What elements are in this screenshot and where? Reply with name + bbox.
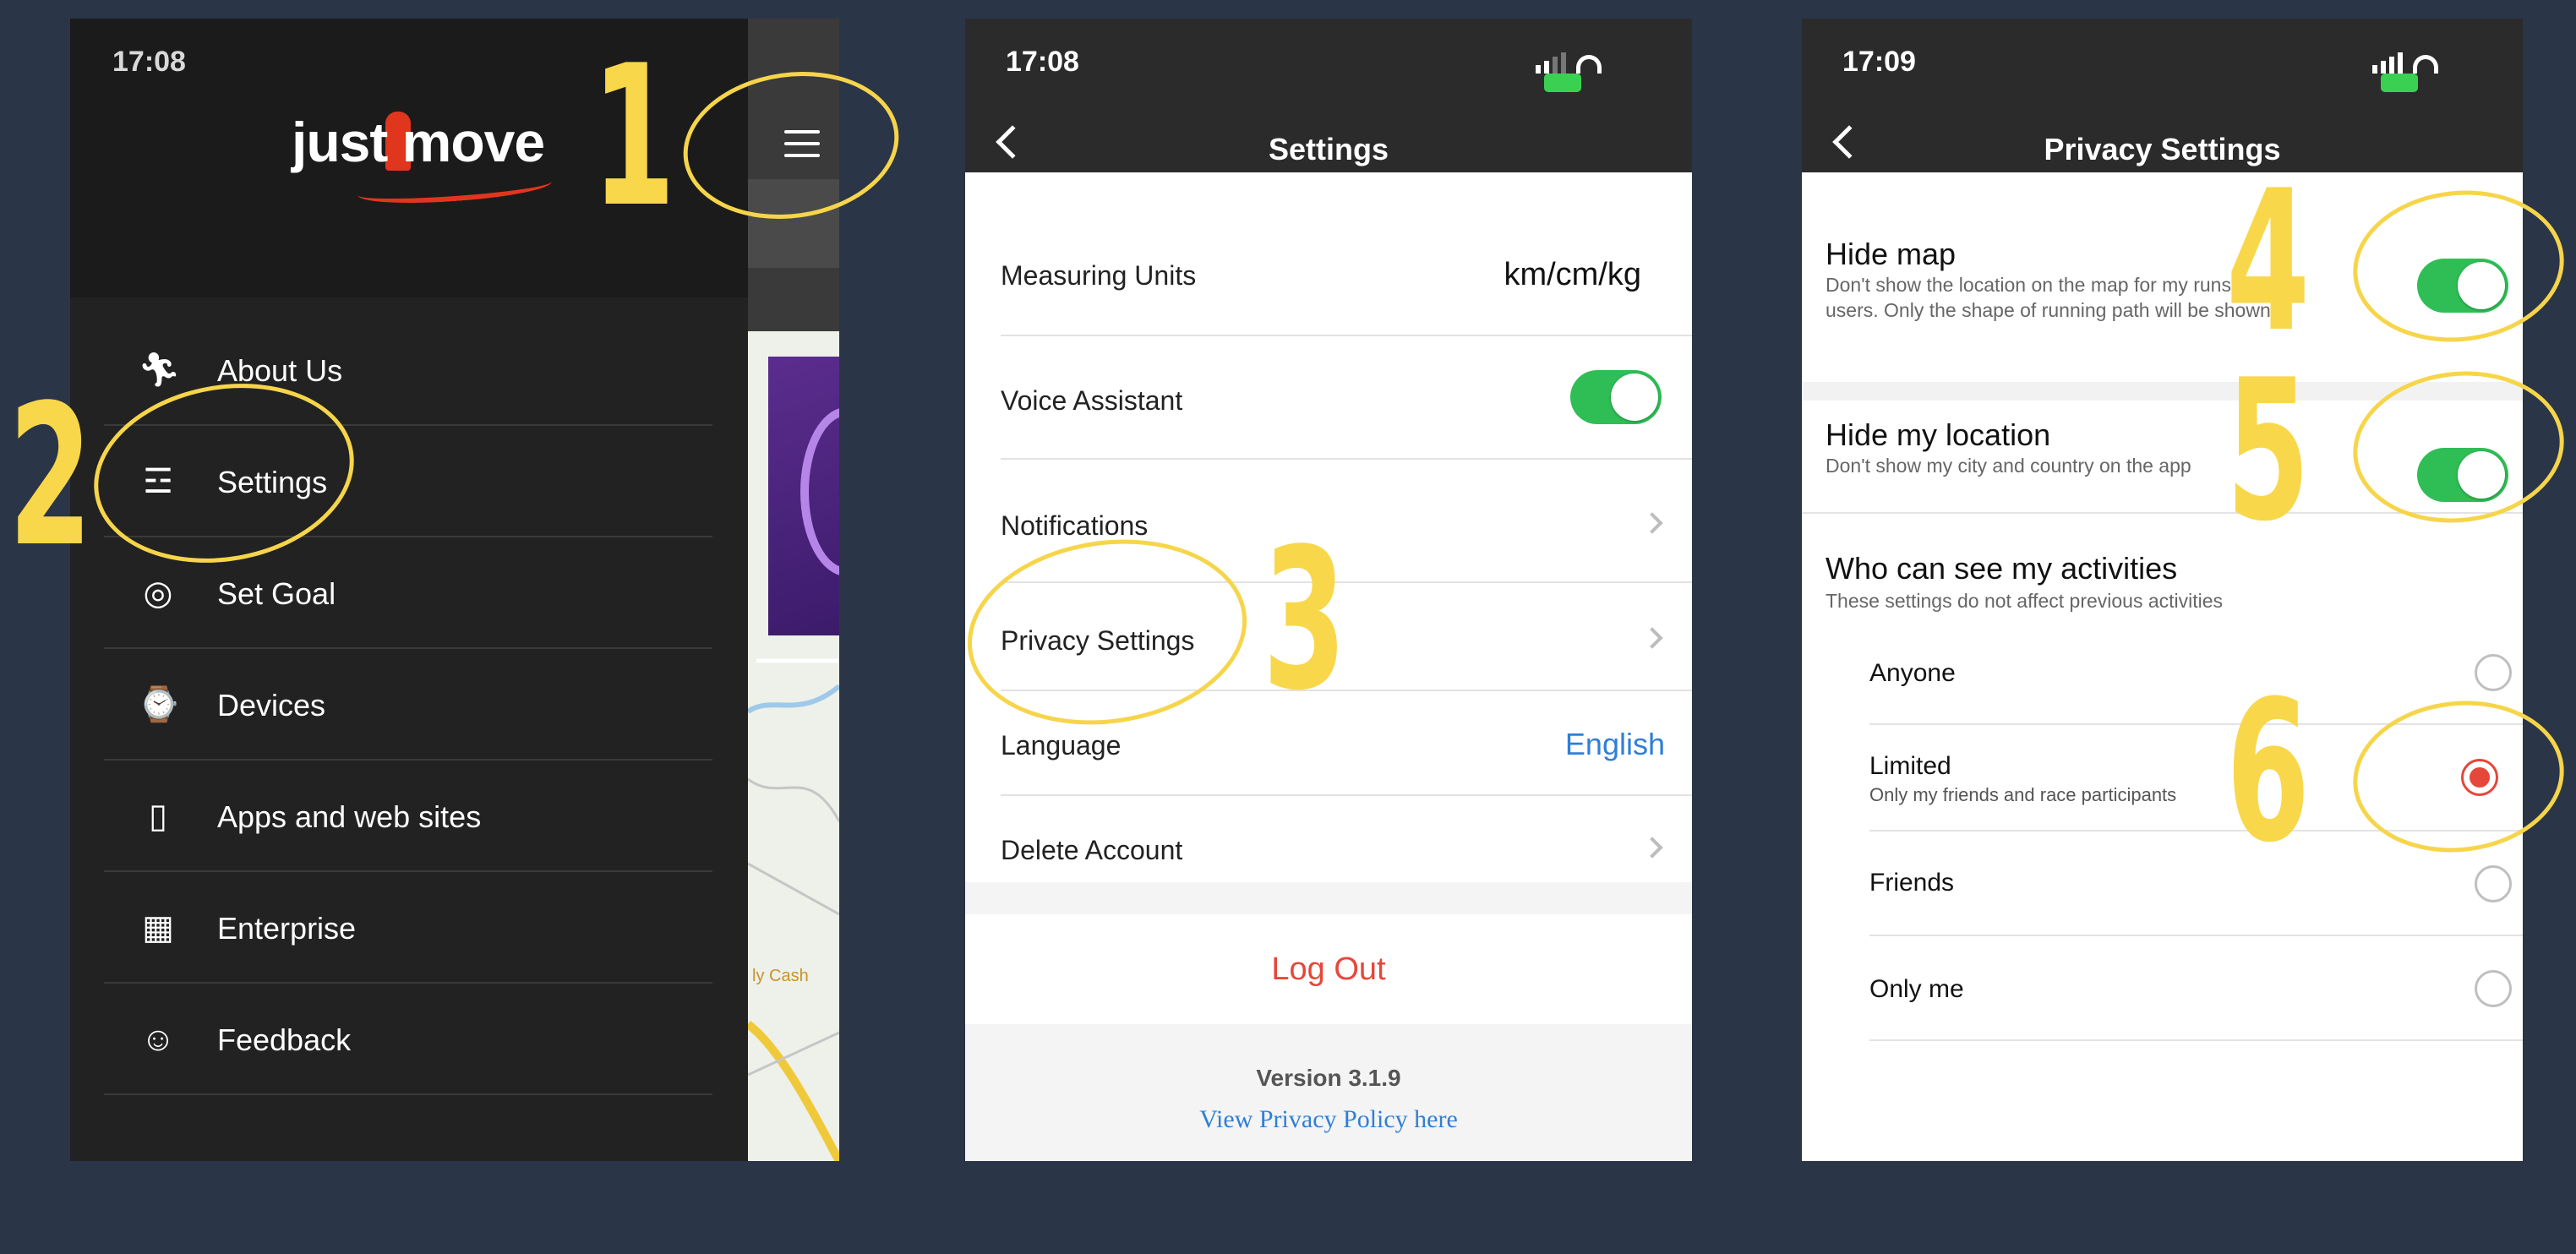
log-out-button[interactable]: Log Out (965, 914, 1692, 1024)
step-number-3: 3 (1263, 508, 1347, 733)
section-title: Who can see my activities (1826, 551, 2178, 586)
section-divider (965, 882, 1692, 914)
logo-swoosh-graphic (357, 169, 553, 208)
phone-icon: ▯ (148, 798, 167, 835)
option-label: Limited (1869, 752, 1951, 780)
row-label: Measuring Units (1001, 260, 1197, 291)
row-label: Delete Account (1001, 835, 1183, 865)
status-icons (2372, 52, 2482, 92)
target-icon: ◎ (143, 575, 173, 612)
navigation-bar: 17:09 Privacy Settings (1802, 19, 2523, 172)
watch-icon: ⌚ (138, 686, 180, 723)
privacy-policy-link[interactable]: View Privacy Policy here (965, 1105, 1692, 1134)
app-version: Version 3.1.9 (1256, 1065, 1401, 1091)
radio-button[interactable] (2475, 865, 2512, 902)
step-number-4: 4 (2226, 150, 2311, 375)
section-description: These settings do not affect previous ac… (1826, 590, 2224, 612)
radio-button[interactable] (2475, 654, 2512, 691)
radio-button[interactable] (2475, 970, 2512, 1007)
activities-visibility-header: Who can see my activities These settings… (1826, 534, 2523, 619)
units-value: km/cm/kg (1504, 257, 1641, 292)
status-icons (1536, 52, 1645, 92)
chevron-right-icon (1641, 512, 1663, 534)
status-time: 17:08 (1006, 46, 1079, 78)
row-label: Language (1001, 730, 1122, 761)
menu-item-label: Enterprise (217, 911, 357, 946)
language-value: English (1564, 727, 1665, 761)
setting-title: Hide map (1826, 237, 1957, 271)
menu-item-label: Devices (217, 688, 326, 722)
menu-item-devices[interactable]: ⌚ Devices (104, 649, 712, 761)
row-label: Voice Assistant (1001, 385, 1183, 416)
step-number-6: 6 (2226, 660, 2311, 886)
row-label: Notifications (1001, 510, 1149, 541)
measuring-units-row[interactable]: Measuring Units km/cm/kg (1001, 204, 1692, 336)
status-time: 17:08 (112, 46, 186, 78)
menu-item-label: Apps and web sites (217, 799, 482, 834)
smiley-icon: ☺ (140, 1021, 176, 1058)
menu-item-label: Set Goal (217, 576, 336, 611)
step-number-1: 1 (592, 25, 676, 250)
visibility-option-only-me[interactable]: Only me (1869, 936, 2523, 1041)
runner-icon: 🏃︎ (138, 352, 181, 389)
status-time: 17:09 (1842, 46, 1916, 78)
privacy-settings-screen: 17:09 Privacy Settings Hide map Don't sh… (1802, 19, 2523, 1161)
menu-item-enterprise[interactable]: ▦ Enterprise (104, 872, 712, 984)
step-number-5: 5 (2226, 339, 2311, 564)
chevron-right-icon (1641, 627, 1663, 649)
voice-assistant-row: Voice Assistant (1001, 336, 1692, 460)
menu-item-apps[interactable]: ▯ Apps and web sites (104, 761, 712, 872)
option-description: Only my friends and race participants (1869, 784, 2177, 805)
setting-title: Hide my location (1826, 417, 2051, 452)
page-title: Privacy Settings (2044, 132, 2281, 166)
option-label: Anyone (1869, 659, 1956, 687)
voice-assistant-toggle[interactable] (1570, 370, 1662, 424)
building-icon: ▦ (142, 909, 174, 946)
map-poi-label: ly Cash (752, 967, 809, 985)
option-label: Friends (1869, 869, 1955, 897)
app-logo: just move (292, 111, 545, 173)
step-number-2: 2 (8, 364, 93, 590)
menu-item-label: Feedback (217, 1022, 352, 1057)
option-label: Only me (1869, 975, 1964, 1003)
footer-area (965, 1024, 1692, 1161)
chevron-right-icon (1641, 837, 1663, 859)
menu-item-feedback[interactable]: ☺ Feedback (104, 984, 712, 1095)
page-title: Settings (1268, 132, 1389, 166)
navigation-bar: 17:08 Settings (965, 19, 1692, 172)
